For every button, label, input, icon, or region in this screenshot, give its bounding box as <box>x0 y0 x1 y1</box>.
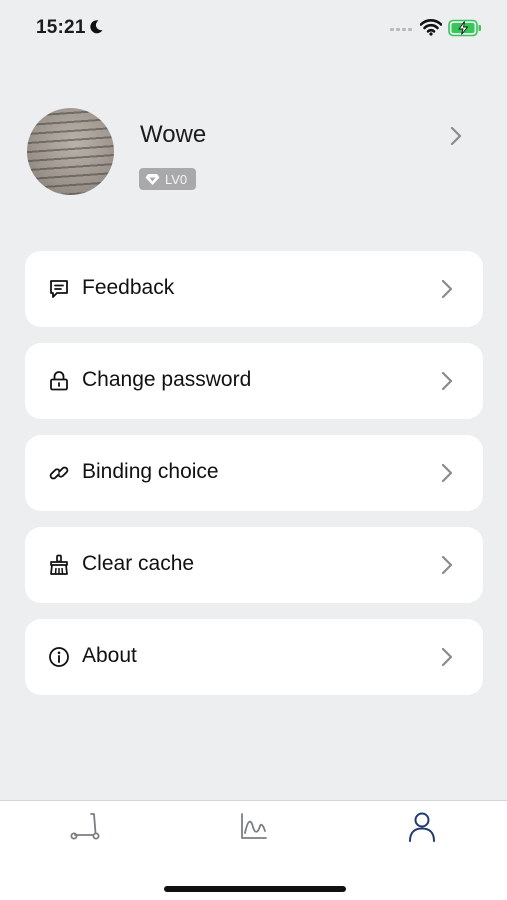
broom-icon <box>50 554 68 575</box>
chevron-right-icon <box>450 126 462 146</box>
menu-item-feedback[interactable]: Feedback <box>25 251 483 327</box>
chart-icon <box>241 813 267 839</box>
menu-item-change-password[interactable]: Change password <box>25 343 483 419</box>
signal-icon <box>390 28 412 31</box>
status-bar: 15:21 <box>0 0 507 56</box>
level-badge: LV0 <box>139 168 196 190</box>
menu-item-label: Feedback <box>82 276 175 299</box>
menu-item-about[interactable]: About <box>25 619 483 695</box>
home-indicator[interactable] <box>164 886 346 892</box>
info-icon <box>49 647 69 667</box>
tab-bar <box>0 800 507 900</box>
chevron-right-icon <box>441 463 453 483</box>
chevron-right-icon <box>441 647 453 667</box>
profile-screen: 15:21 Wowe LV0 Feedback Change password … <box>0 0 507 900</box>
username: Wowe <box>140 121 207 148</box>
menu-item-binding-choice[interactable]: Binding choice <box>25 435 483 511</box>
profile-header[interactable]: Wowe LV0 <box>0 100 507 210</box>
menu-item-label: Binding choice <box>82 460 219 483</box>
moon-icon <box>90 20 103 34</box>
avatar[interactable] <box>27 108 114 195</box>
menu-item-clear-cache[interactable]: Clear cache <box>25 527 483 603</box>
status-time: 15:21 <box>36 17 86 38</box>
tab-stats[interactable] <box>236 809 272 845</box>
person-icon <box>409 812 435 842</box>
chevron-right-icon <box>441 279 453 299</box>
tab-scooter[interactable] <box>67 809 103 845</box>
chevron-right-icon <box>441 555 453 575</box>
menu-item-label: Clear cache <box>82 552 195 575</box>
diamond-icon <box>145 173 160 185</box>
scooter-icon <box>70 813 100 840</box>
menu-item-label: Change password <box>82 368 252 391</box>
wifi-icon <box>420 19 442 36</box>
tab-profile[interactable] <box>404 809 440 845</box>
level-text: LV0 <box>165 171 188 187</box>
lock-icon <box>50 371 68 391</box>
battery-charging-icon <box>448 19 481 37</box>
feedback-icon <box>50 280 68 298</box>
chevron-right-icon <box>441 371 453 391</box>
menu-item-label: About <box>82 644 137 667</box>
link-icon <box>49 466 69 480</box>
